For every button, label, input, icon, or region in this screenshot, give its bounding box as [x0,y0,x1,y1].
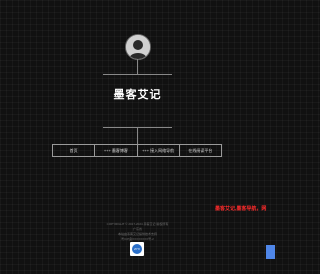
nav-item-blog[interactable]: +++ 墨客博客 [95,145,138,156]
avatar[interactable] [125,34,151,60]
connector-line-top [137,59,138,74]
site-badge[interactable]: ZYX [130,242,144,256]
divider-top [103,74,172,75]
nav-item-home[interactable]: 首页 [53,145,96,156]
nav-item-navigation[interactable]: +++ 接入网络导航 [138,145,180,156]
nav-item-reading[interactable]: 在线阅读平台 [180,145,221,156]
scrolling-banner: 墨客艾记,墨客导航，网 [215,206,267,212]
avatar-image [126,35,150,59]
float-button[interactable] [266,245,275,259]
connector-line-bottom [137,127,138,144]
badge-logo: ZYX [132,244,142,254]
main-nav: 首页 +++ 墨客博客 +++ 接入网络导航 在线阅读平台 [52,144,222,157]
footer: COPYRIGHT © 2017-2024 墨客艾记 版权所有 广东省 本站由墨… [80,222,195,242]
site-title[interactable]: 墨客艾记 [100,86,175,102]
